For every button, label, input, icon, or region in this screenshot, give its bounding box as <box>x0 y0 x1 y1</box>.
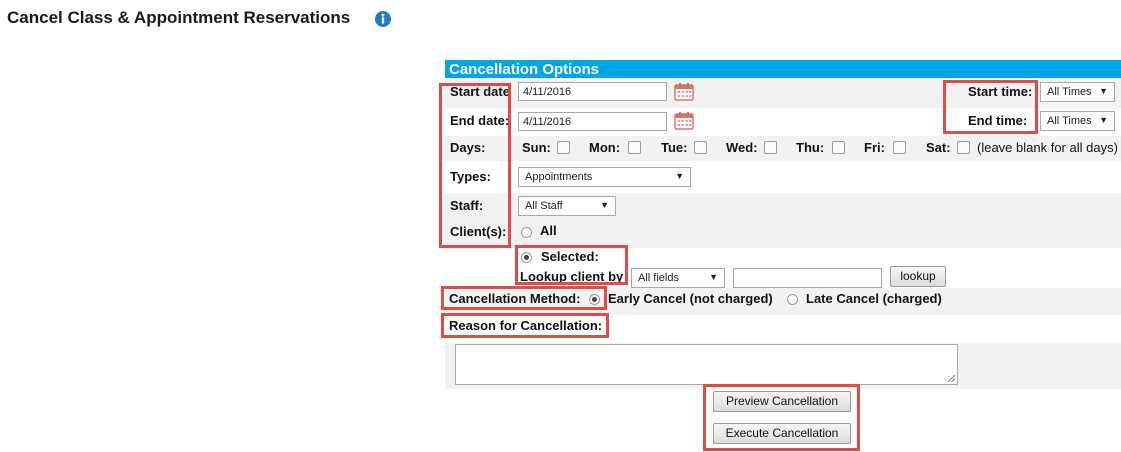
cancellation-method-label: Cancellation Method: <box>449 291 581 306</box>
chevron-down-icon: ▼ <box>1099 86 1108 96</box>
days-hint: (leave blank for all days) <box>977 140 1118 155</box>
day-fri-checkbox[interactable] <box>893 141 906 154</box>
start-date-label: Start date <box>450 84 510 99</box>
clients-all-radio[interactable] <box>521 227 532 238</box>
day-sat-label: Sat: <box>926 140 951 155</box>
early-cancel-label: Early Cancel (not charged) <box>608 291 773 306</box>
day-wed-label: Wed: <box>726 140 758 155</box>
clients-label: Client(s): <box>450 224 507 239</box>
late-cancel-label: Late Cancel (charged) <box>806 291 942 306</box>
chevron-down-icon: ▼ <box>1099 115 1108 125</box>
info-icon[interactable] <box>375 11 391 27</box>
types-label: Types: <box>450 169 491 184</box>
types-value: Appointments <box>525 171 593 183</box>
day-tue-checkbox[interactable] <box>694 141 707 154</box>
staff-label: Staff: <box>450 198 484 213</box>
reason-textarea[interactable] <box>455 344 958 385</box>
lookup-by-select[interactable]: All fields ▼ <box>631 268 725 288</box>
start-time-value: All Times <box>1047 86 1092 98</box>
day-mon-checkbox[interactable] <box>628 141 641 154</box>
day-wed-checkbox[interactable] <box>764 141 777 154</box>
lookup-button[interactable]: lookup <box>890 266 946 287</box>
clients-all-label: All <box>540 223 557 238</box>
execute-cancellation-button[interactable]: Execute Cancellation <box>713 423 851 444</box>
day-thu-checkbox[interactable] <box>832 141 845 154</box>
panel-header: Cancellation Options <box>445 60 1121 78</box>
end-date-label: End date: <box>450 113 510 128</box>
resize-grip-icon[interactable] <box>947 374 957 384</box>
day-fri-label: Fri: <box>864 140 885 155</box>
lookup-by-value: All fields <box>638 272 679 284</box>
day-tue-label: Tue: <box>661 140 688 155</box>
staff-value: All Staff <box>525 200 563 212</box>
day-thu-label: Thu: <box>796 140 825 155</box>
page-title: Cancel Class & Appointment Reservations <box>7 8 351 27</box>
day-sun-checkbox[interactable] <box>557 141 570 154</box>
end-time-select[interactable]: All Times ▼ <box>1040 111 1115 131</box>
end-time-label: End time: <box>968 113 1028 128</box>
late-cancel-radio[interactable] <box>787 294 798 305</box>
staff-select[interactable]: All Staff ▼ <box>518 196 616 216</box>
days-label: Days: <box>450 140 486 155</box>
types-select[interactable]: Appointments ▼ <box>518 167 691 187</box>
chevron-down-icon: ▼ <box>675 171 684 181</box>
start-date-input[interactable] <box>518 82 667 101</box>
start-date-calendar-icon[interactable] <box>674 82 694 101</box>
preview-cancellation-button[interactable]: Preview Cancellation <box>713 391 851 412</box>
clients-selected-radio[interactable] <box>521 252 532 263</box>
early-cancel-radio[interactable] <box>589 294 600 305</box>
day-sat-checkbox[interactable] <box>957 141 970 154</box>
end-date-input[interactable] <box>518 112 667 131</box>
lookup-client-by-label: Lookup client by <box>520 269 624 284</box>
lookup-client-input[interactable] <box>733 268 882 288</box>
chevron-down-icon: ▼ <box>600 200 609 210</box>
start-time-select[interactable]: All Times ▼ <box>1040 82 1115 102</box>
end-time-value: All Times <box>1047 115 1092 127</box>
day-mon-label: Mon: <box>589 140 621 155</box>
chevron-down-icon: ▼ <box>709 272 718 282</box>
clients-selected-label: Selected: <box>541 249 599 264</box>
end-date-calendar-icon[interactable] <box>674 111 694 130</box>
start-time-label: Start time: <box>968 84 1033 99</box>
day-sun-label: Sun: <box>522 140 551 155</box>
reason-label: Reason for Cancellation: <box>449 318 603 333</box>
